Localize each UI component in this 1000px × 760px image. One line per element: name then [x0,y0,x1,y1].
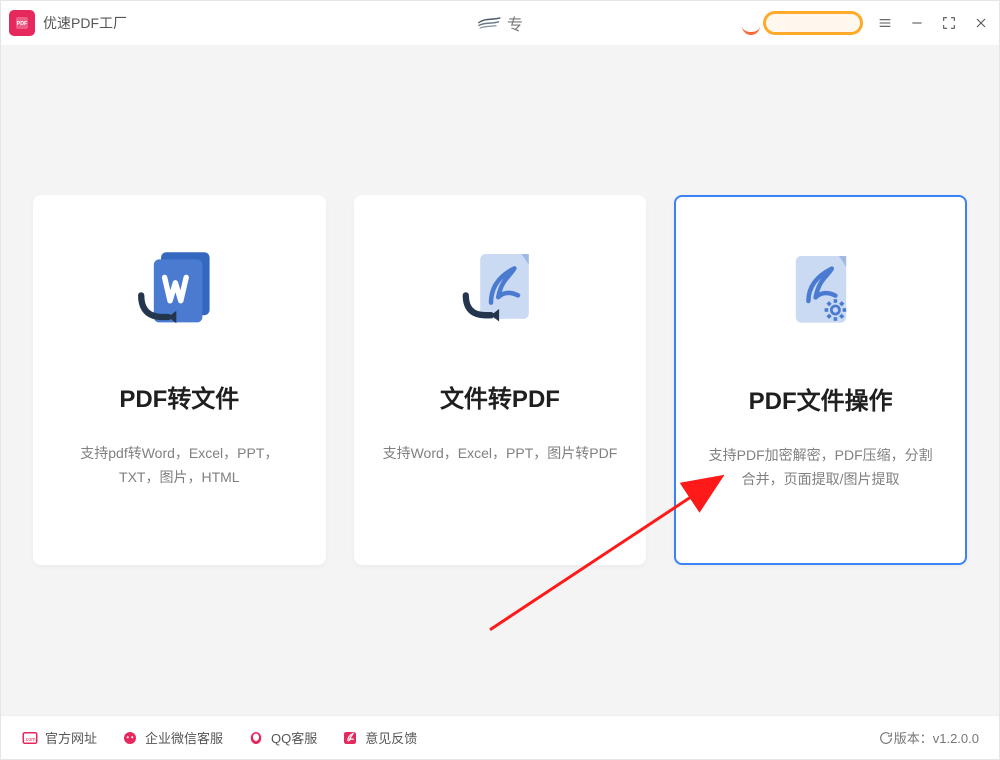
svg-text:PDF: PDF [17,21,28,27]
card-pdf-to-file[interactable]: PDF转文件 支持pdf转Word，Excel，PPT，TXT，图片，HTML [33,195,326,565]
footer-link-label: 意见反馈 [365,728,417,747]
close-icon [973,15,989,31]
minimize-button[interactable] [907,13,927,33]
titlebar: PDF 优速PDF工厂 专 [1,1,999,45]
hamburger-icon [877,15,893,31]
website-icon: .com [21,729,39,747]
file-to-pdf-icon [455,245,545,335]
version-text: 版本：v1.2.0.0 [894,728,979,747]
feedback-icon [341,729,359,747]
menu-button[interactable] [875,13,895,33]
card-desc: 支持pdf转Word，Excel，PPT，TXT，图片，HTML [61,442,298,490]
titlebar-center-text: 专 [507,11,523,35]
main-area: PDF转文件 支持pdf转Word，Excel，PPT，TXT，图片，HTML … [1,45,999,715]
app-logo-icon: PDF [9,10,35,36]
card-desc: 支持Word，Excel，PPT，图片转PDF [383,442,618,466]
titlebar-center-badge: 专 [477,11,523,35]
fullscreen-icon [941,15,957,31]
card-pdf-operations[interactable]: PDF文件操作 支持PDF加密解密，PDF压缩，分割合并，页面提取/图片提取 [674,195,967,565]
app-brand: PDF 优速PDF工厂 [9,10,127,36]
card-title: 文件转PDF [440,379,560,414]
card-title: PDF文件操作 [749,381,893,416]
card-desc: 支持PDF加密解密，PDF压缩，分割合并，页面提取/图片提取 [704,444,937,492]
card-title: PDF转文件 [119,379,239,414]
vip-pill[interactable] [763,11,863,35]
wechat-work-icon [121,729,139,747]
app-title: 优速PDF工厂 [43,13,127,33]
footer-link-label: 官方网址 [45,728,97,747]
footer-link-website[interactable]: .com 官方网址 [21,728,97,747]
fullscreen-button[interactable] [939,13,959,33]
pdf-settings-icon [776,247,866,337]
footer-link-label: 企业微信客服 [145,728,223,747]
card-file-to-pdf[interactable]: 文件转PDF 支持Word，Excel，PPT，图片转PDF [354,195,647,565]
qq-icon [247,729,265,747]
footer-link-wecom[interactable]: 企业微信客服 [121,728,223,747]
refresh-button[interactable] [878,730,894,746]
pdf-to-word-icon [134,245,224,335]
svg-text:.com: .com [24,737,36,743]
brush-icon [477,13,503,33]
close-button[interactable] [971,13,991,33]
footer-link-qq[interactable]: QQ客服 [247,728,317,747]
footer-link-label: QQ客服 [271,728,317,747]
minimize-icon [909,15,925,31]
statusbar: .com 官方网址 企业微信客服 QQ客服 意见反馈 版本： [1,715,999,759]
refresh-icon [878,730,894,746]
footer-link-feedback[interactable]: 意见反馈 [341,728,417,747]
